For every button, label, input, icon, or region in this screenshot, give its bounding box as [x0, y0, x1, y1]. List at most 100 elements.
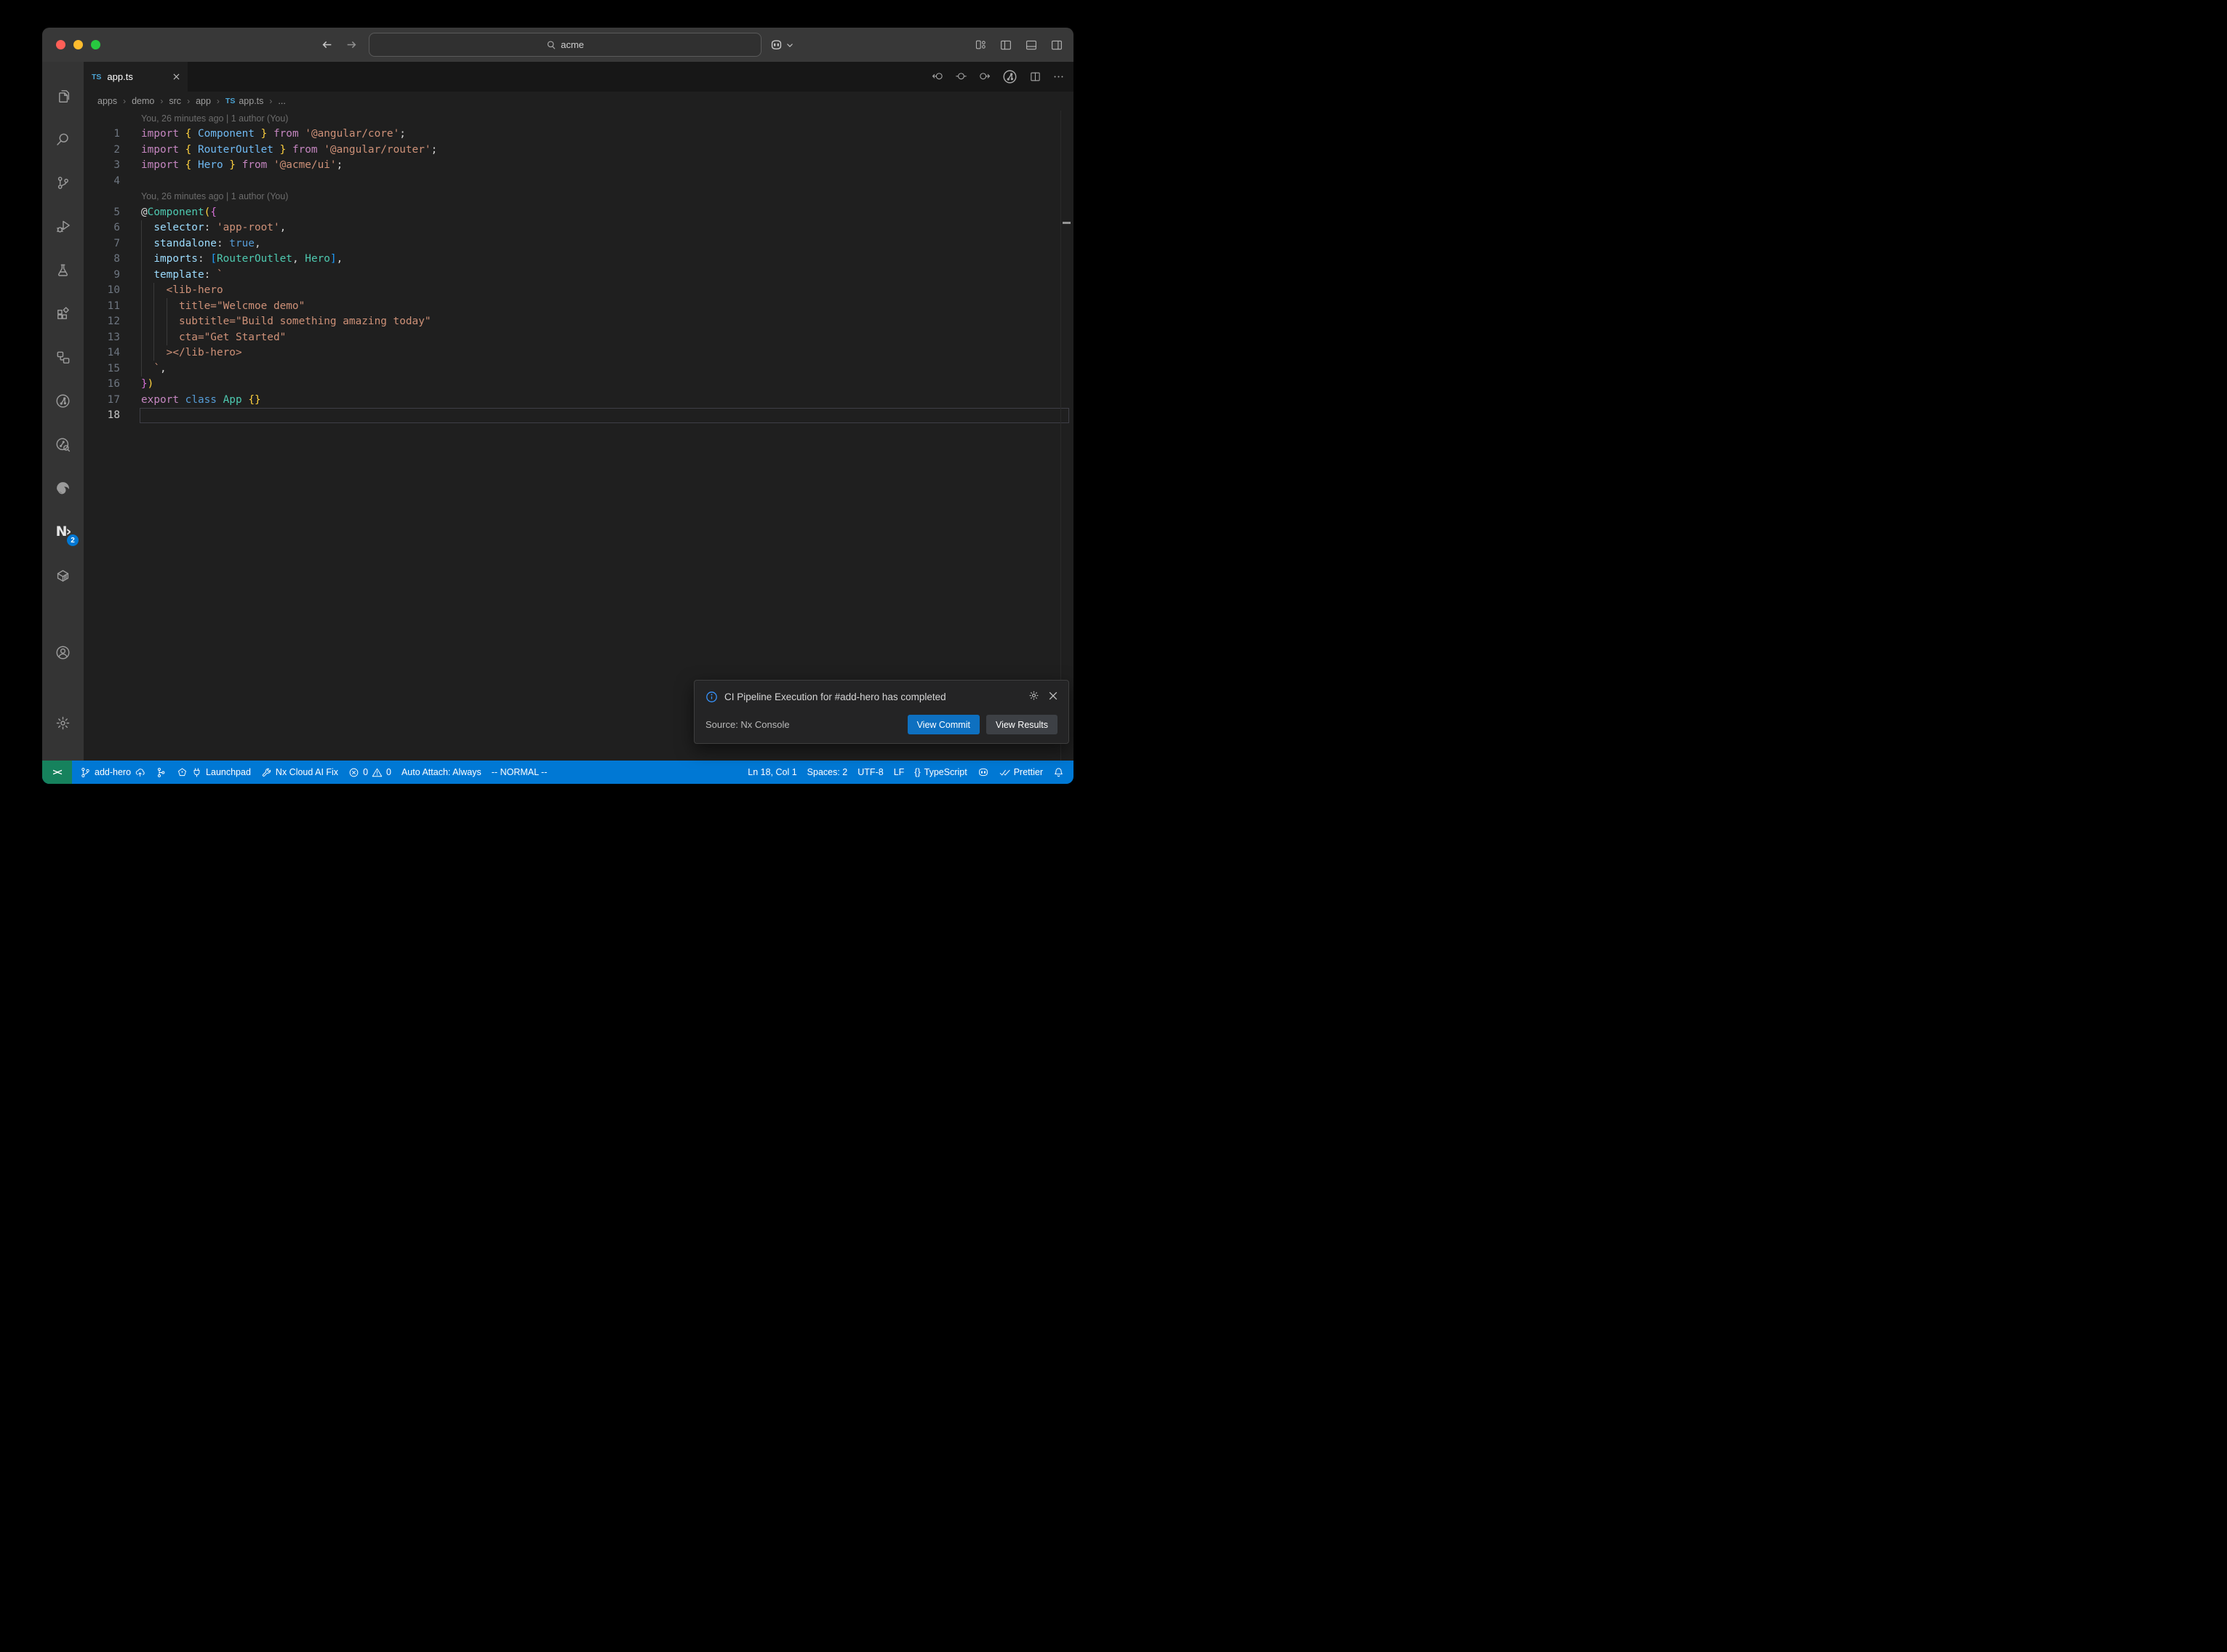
- status-copilot-item[interactable]: [977, 766, 989, 778]
- code-line-14[interactable]: 14 ></lib-hero>: [84, 345, 1073, 361]
- code-line-content[interactable]: [141, 173, 1073, 189]
- toggle-primary-sidebar-icon[interactable]: [999, 39, 1012, 52]
- line-number[interactable]: 6: [84, 222, 120, 233]
- line-number[interactable]: 15: [84, 363, 120, 374]
- code-line-content[interactable]: subtitle="Build something amazing today": [141, 314, 1073, 330]
- line-number[interactable]: 14: [84, 347, 120, 358]
- customize-layout-icon[interactable]: [975, 39, 987, 51]
- status-vim-mode-item[interactable]: -- NORMAL --: [492, 767, 548, 777]
- code-line-content[interactable]: export class App {}: [141, 392, 1073, 408]
- activity-item-settings[interactable]: [55, 701, 71, 745]
- breadcrumb-item-[interactable]: ...: [278, 96, 285, 106]
- status-prettier-item[interactable]: Prettier: [999, 767, 1043, 778]
- toggle-panel-icon[interactable]: [1025, 39, 1038, 52]
- code-line-5[interactable]: 5 @Component({: [84, 204, 1073, 220]
- status-eol-item[interactable]: LF: [894, 767, 905, 777]
- code-line-12[interactable]: 12 subtitle="Build something amazing tod…: [84, 314, 1073, 330]
- activity-item-testing[interactable]: [42, 248, 84, 292]
- activity-item-containers[interactable]: [42, 553, 84, 597]
- more-actions-icon[interactable]: [1052, 71, 1065, 83]
- line-number[interactable]: 9: [84, 269, 120, 281]
- split-editor-icon[interactable]: [1029, 71, 1041, 83]
- line-number[interactable]: 13: [84, 332, 120, 343]
- activity-item-nx-console[interactable]: N›2: [42, 510, 84, 553]
- status-launchpad-item[interactable]: Launchpad: [177, 767, 251, 778]
- activity-item-explorer[interactable]: [42, 73, 84, 117]
- view-results-button[interactable]: View Results: [986, 715, 1057, 734]
- code-line-content[interactable]: cta="Get Started": [141, 329, 1073, 345]
- line-number[interactable]: 8: [84, 253, 120, 265]
- forward-arrow-icon[interactable]: [345, 39, 358, 51]
- code-line-10[interactable]: 10 <lib-hero: [84, 283, 1073, 299]
- code-line-content[interactable]: import { RouterOutlet } from '@angular/r…: [141, 142, 1073, 158]
- breadcrumb-item-appts[interactable]: TSapp.ts: [225, 96, 263, 106]
- line-number[interactable]: 16: [84, 378, 120, 390]
- breadcrumb-item-app[interactable]: app: [196, 96, 211, 106]
- line-number[interactable]: 3: [84, 159, 120, 171]
- line-number[interactable]: 5: [84, 206, 120, 218]
- activity-item-search[interactable]: [42, 117, 84, 161]
- status-notifications-item[interactable]: [1053, 767, 1064, 778]
- code-line-11[interactable]: 11 title="Welcmoe demo": [84, 298, 1073, 314]
- line-number[interactable]: 18: [84, 409, 120, 421]
- close-tab-icon[interactable]: [173, 73, 180, 80]
- code-line-4[interactable]: 4: [84, 173, 1073, 189]
- line-number[interactable]: 4: [84, 175, 120, 187]
- line-number[interactable]: 2: [84, 144, 120, 156]
- status-branch-item[interactable]: add-hero: [80, 767, 145, 778]
- status-cursor-position-item[interactable]: Ln 18, Col 1: [748, 767, 796, 777]
- code-line-2[interactable]: 2 import { RouterOutlet } from '@angular/…: [84, 142, 1073, 158]
- code-line-content[interactable]: import { Component } from '@angular/core…: [141, 127, 1073, 143]
- activity-item-references[interactable]: [42, 335, 84, 379]
- line-number[interactable]: 10: [84, 284, 120, 296]
- nav-back-icon[interactable]: [932, 71, 944, 83]
- status-nx-cloud-ai-fix-item[interactable]: Nx Cloud AI Fix: [261, 767, 338, 778]
- close-window-button[interactable]: [56, 40, 65, 49]
- status-problems-item[interactable]: 00: [348, 767, 391, 778]
- code-line-content[interactable]: standalone: true,: [141, 236, 1073, 252]
- code-line-content[interactable]: selector: 'app-root',: [141, 220, 1073, 236]
- nav-forward-icon[interactable]: [978, 71, 991, 83]
- line-number[interactable]: 12: [84, 316, 120, 327]
- minimize-window-button[interactable]: [73, 40, 83, 49]
- notification-close-icon[interactable]: [1049, 691, 1057, 702]
- activity-item-accounts[interactable]: [55, 630, 71, 674]
- code-line-7[interactable]: 7 standalone: true,: [84, 236, 1073, 252]
- activity-item-swirl[interactable]: [42, 466, 84, 510]
- code-line-16[interactable]: 16}): [84, 377, 1073, 393]
- activity-item-run-and-debug[interactable]: [42, 204, 84, 248]
- status-auto-attach-item[interactable]: Auto Attach: Always: [401, 767, 481, 777]
- remote-indicator[interactable]: ><: [42, 761, 72, 784]
- code-line-content[interactable]: template: `: [141, 267, 1073, 283]
- notification-settings-icon[interactable]: [1028, 690, 1039, 703]
- code-line-content[interactable]: import { Hero } from '@acme/ui';: [141, 158, 1073, 174]
- code-line-9[interactable]: 9 template: `: [84, 267, 1073, 283]
- activity-item-source-control-graph[interactable]: [42, 379, 84, 422]
- code-line-content[interactable]: @Component({: [141, 204, 1073, 220]
- code-editor[interactable]: You, 26 minutes ago | 1 author (You)1imp…: [84, 111, 1073, 761]
- nav-position-icon[interactable]: [955, 71, 967, 83]
- code-line-15[interactable]: 15 `,: [84, 361, 1073, 377]
- code-line-1[interactable]: 1 import { Component } from '@angular/cor…: [84, 127, 1073, 143]
- code-line-content[interactable]: title="Welcmoe demo": [141, 298, 1073, 314]
- code-line-3[interactable]: 3 import { Hero } from '@acme/ui';: [84, 158, 1073, 174]
- activity-item-extensions[interactable]: [42, 292, 84, 335]
- source-control-graph-icon[interactable]: [1001, 68, 1018, 85]
- back-arrow-icon[interactable]: [321, 39, 333, 51]
- status-git-graph-item[interactable]: [156, 767, 167, 778]
- toggle-secondary-sidebar-icon[interactable]: [1050, 39, 1063, 52]
- activity-item-commit-search[interactable]: [42, 422, 84, 466]
- view-commit-button[interactable]: View Commit: [908, 715, 980, 734]
- line-number[interactable]: 1: [84, 128, 120, 140]
- code-line-8[interactable]: 8 imports: [RouterOutlet, Hero],: [84, 252, 1073, 268]
- code-line-13[interactable]: 13 cta="Get Started": [84, 329, 1073, 345]
- breadcrumb-item-src[interactable]: src: [169, 96, 181, 106]
- code-line-content[interactable]: `,: [141, 361, 1073, 377]
- code-line-content[interactable]: }): [141, 377, 1073, 393]
- copilot-menu[interactable]: [769, 28, 793, 62]
- code-line-17[interactable]: 17export class App {}: [84, 392, 1073, 408]
- tab-app-ts[interactable]: TS app.ts: [84, 62, 188, 92]
- breadcrumb-item-demo[interactable]: demo: [132, 96, 154, 106]
- code-line-18[interactable]: 18: [84, 408, 1073, 424]
- status-language-item[interactable]: {}TypeScript: [914, 767, 967, 777]
